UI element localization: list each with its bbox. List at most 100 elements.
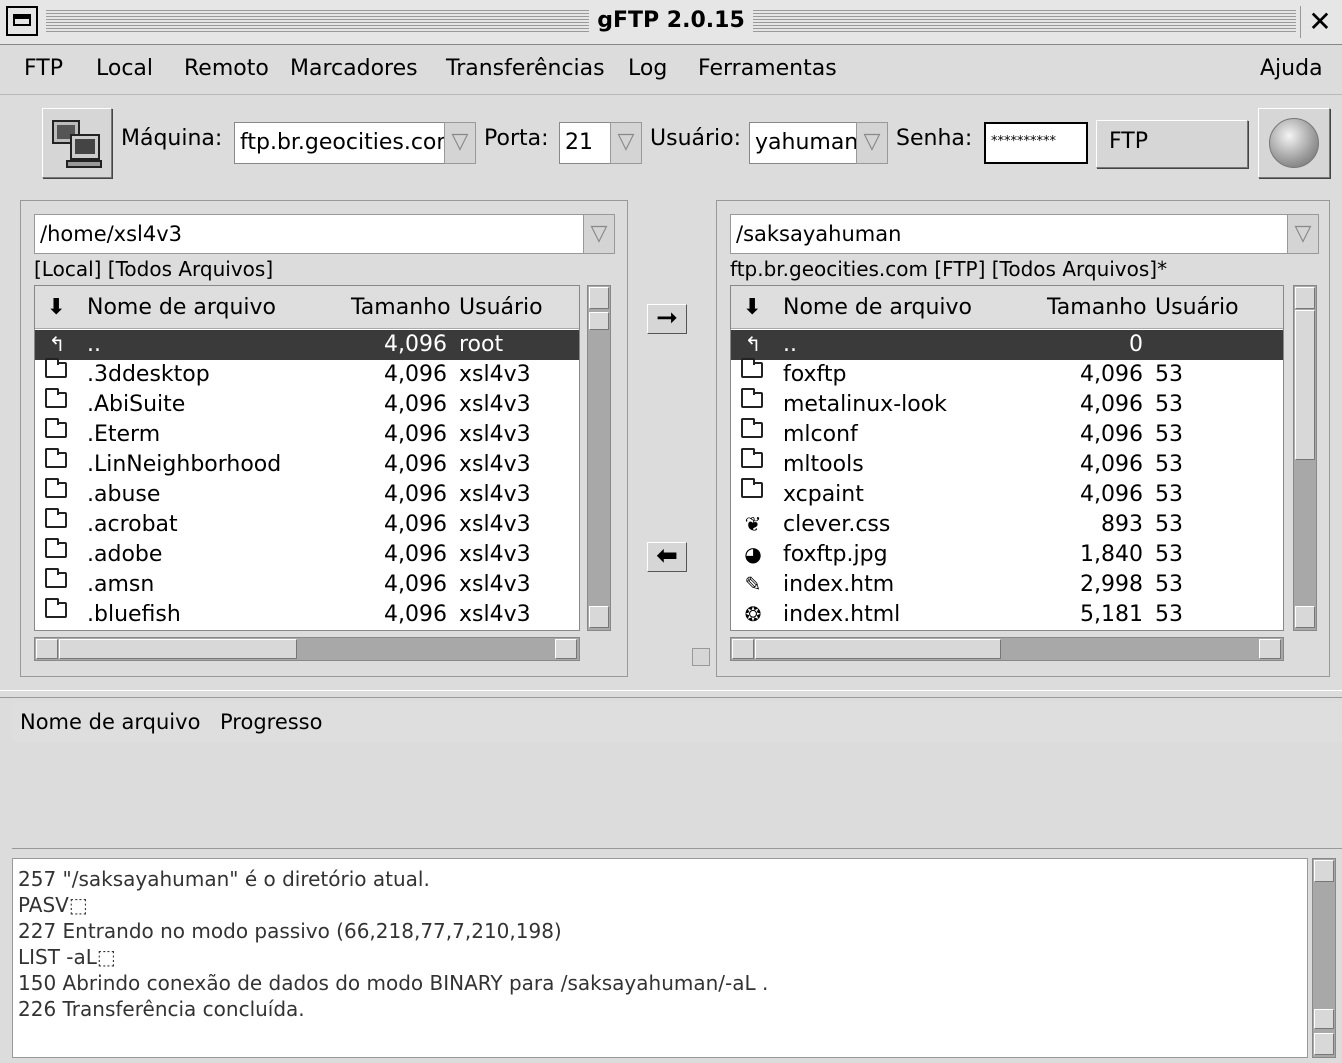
local-file-list[interactable]: ⬇ Nome de arquivo Tamanho Usuário ↰.. 4,0… [34,285,580,631]
local-hscroll-thumb[interactable] [59,639,297,659]
host-input[interactable]: ftp.br.geocities.com [234,122,458,164]
remote-hscroll-right[interactable] [1259,639,1281,659]
menu-local[interactable]: Local [96,56,153,81]
remote-col-name[interactable]: Nome de arquivo [783,295,972,320]
sort-arrow-icon[interactable]: ⬇ [47,295,65,320]
local-file-row[interactable]: .amsn 4,096 xsl4v3 [35,568,579,600]
pane-resize-handle[interactable] [692,648,710,666]
remote-vscroll-up[interactable] [1295,287,1315,309]
remote-file-list[interactable]: ⬇ Nome de arquivo Tamanho Usuário ↰.. 0 fo… [730,285,1284,631]
transfer-col-progress[interactable]: Progresso [220,710,322,734]
password-input[interactable]: ********** [984,122,1088,164]
local-file-row[interactable]: .abuse 4,096 xsl4v3 [35,478,579,510]
user-label: Usuário: [650,126,742,151]
user-dropdown-icon[interactable]: ▽ [856,122,888,164]
remote-path-input[interactable]: /saksayahuman [730,214,1288,254]
local-col-name[interactable]: Nome de arquivo [87,295,276,320]
local-hscrollbar[interactable] [34,637,580,661]
connect-button[interactable] [42,108,112,178]
remote-file-row[interactable]: ◕ foxftp.jpg 1,840 53 [731,540,1283,570]
local-vscroll-down[interactable] [589,606,609,628]
computers-icon [52,120,102,168]
remote-list-header: ⬇ Nome de arquivo Tamanho Usuário [731,286,1283,329]
protocol-select[interactable]: FTP [1096,120,1248,168]
local-vscroll-thumb[interactable] [589,312,609,330]
stop-button[interactable] [1258,108,1330,178]
local-hscroll-left[interactable] [36,639,58,659]
close-icon[interactable]: ✕ [1300,6,1339,38]
transfer-list[interactable] [12,742,1342,849]
remote-file-row[interactable]: foxftp 4,096 53 [731,358,1283,390]
local-path-input[interactable]: /home/xsl4v3 [34,214,584,254]
local-file-row[interactable]: .Eterm 4,096 xsl4v3 [35,418,579,450]
remote-col-user[interactable]: Usuário [1155,295,1239,320]
transfer-col-filename[interactable]: Nome de arquivo [20,710,200,734]
remote-file-row[interactable]: metalinux-look 4,096 53 [731,388,1283,420]
file-name: mlconf [783,422,858,447]
local-file-row[interactable]: .adobe 4,096 xsl4v3 [35,538,579,570]
folder-icon [741,448,763,468]
file-user: xsl4v3 [459,422,531,447]
file-user: xsl4v3 [459,602,531,627]
log-line: 257 "/saksayahuman" é o diretório atual. [18,867,430,891]
remote-file-row[interactable]: ❂ index.html 5,181 53 [731,600,1283,630]
menu-ajuda[interactable]: Ajuda [1260,56,1323,81]
remote-hscrollbar[interactable] [730,637,1284,661]
remote-file-row[interactable]: mltools 4,096 53 [731,448,1283,480]
pane-separator[interactable] [0,690,1342,698]
menu-marcadores[interactable]: Marcadores [290,56,418,81]
port-dropdown-icon[interactable]: ▽ [610,122,642,164]
local-hscroll-right[interactable] [555,639,577,659]
title-bar[interactable]: gFTP 2.0.15 ✕ [0,0,1342,45]
menu-log[interactable]: Log [628,56,667,81]
log-vscrollbar[interactable] [1312,858,1336,1058]
local-vscroll-up[interactable] [589,287,609,309]
menu-ftp[interactable]: FTP [24,56,63,81]
local-col-user[interactable]: Usuário [459,295,543,320]
host-dropdown-icon[interactable]: ▽ [444,122,476,164]
remote-path-dropdown-icon[interactable]: ▽ [1287,214,1319,254]
log-vscroll-thumb[interactable] [1314,1009,1334,1029]
local-file-row[interactable]: ↰.. 4,096 root [35,330,579,360]
upload-arrow-icon[interactable]: ➞ [647,304,687,334]
menu-ferramentas[interactable]: Ferramentas [698,56,837,81]
remote-file-row[interactable]: mlconf 4,096 53 [731,418,1283,450]
remote-hscroll-thumb[interactable] [755,639,1001,659]
remote-file-row[interactable]: ❦ clever.css 893 53 [731,510,1283,540]
user-input[interactable]: yahuman [749,122,861,164]
remote-vscroll-down[interactable] [1295,606,1315,628]
remote-hscroll-left[interactable] [732,639,754,659]
remote-vscrollbar[interactable] [1293,285,1317,631]
log-vscroll-down[interactable] [1314,1033,1334,1055]
local-path-dropdown-icon[interactable]: ▽ [583,214,615,254]
file-user: 53 [1155,422,1183,447]
local-file-row[interactable]: .3ddesktop 4,096 xsl4v3 [35,358,579,390]
local-vscrollbar[interactable] [587,285,611,631]
local-file-row[interactable]: .LinNeighborhood 4,096 xsl4v3 [35,448,579,480]
css-file-icon: ❦ [744,512,762,536]
local-path: /home/xsl4v3 [40,222,183,246]
local-col-size[interactable]: Tamanho [351,295,451,320]
download-arrow-icon[interactable]: ⬅ [647,542,687,572]
folder-icon [45,418,67,438]
html-file-icon: ✎ [744,572,762,596]
window-menu-icon[interactable] [6,6,38,36]
remote-file-row[interactable]: ✎ index.htm 2,998 53 [731,570,1283,600]
remote-vscroll-thumb[interactable] [1295,310,1315,460]
user-value: yahuman [755,130,859,155]
remote-file-row[interactable]: ↰.. 0 [731,330,1283,360]
file-name: xcpaint [783,482,864,507]
remote-col-size[interactable]: Tamanho [1047,295,1147,320]
menu-transferencias[interactable]: Transferências [446,56,605,81]
local-file-row[interactable]: .bluefish 4,096 xsl4v3 [35,598,579,630]
log-view[interactable]: 257 "/saksayahuman" é o diretório atual.… [12,858,1308,1058]
local-file-row[interactable]: .AbiSuite 4,096 xsl4v3 [35,388,579,420]
remote-file-row[interactable]: xcpaint 4,096 53 [731,478,1283,510]
menu-remoto[interactable]: Remoto [184,56,269,81]
local-file-row[interactable]: .acrobat 4,096 xsl4v3 [35,508,579,540]
file-size: 4,096 [384,452,447,477]
log-vscroll-up[interactable] [1314,860,1334,882]
file-name: .Eterm [87,422,161,447]
file-size: 893 [1101,512,1143,537]
sort-arrow-icon[interactable]: ⬇ [743,295,761,320]
